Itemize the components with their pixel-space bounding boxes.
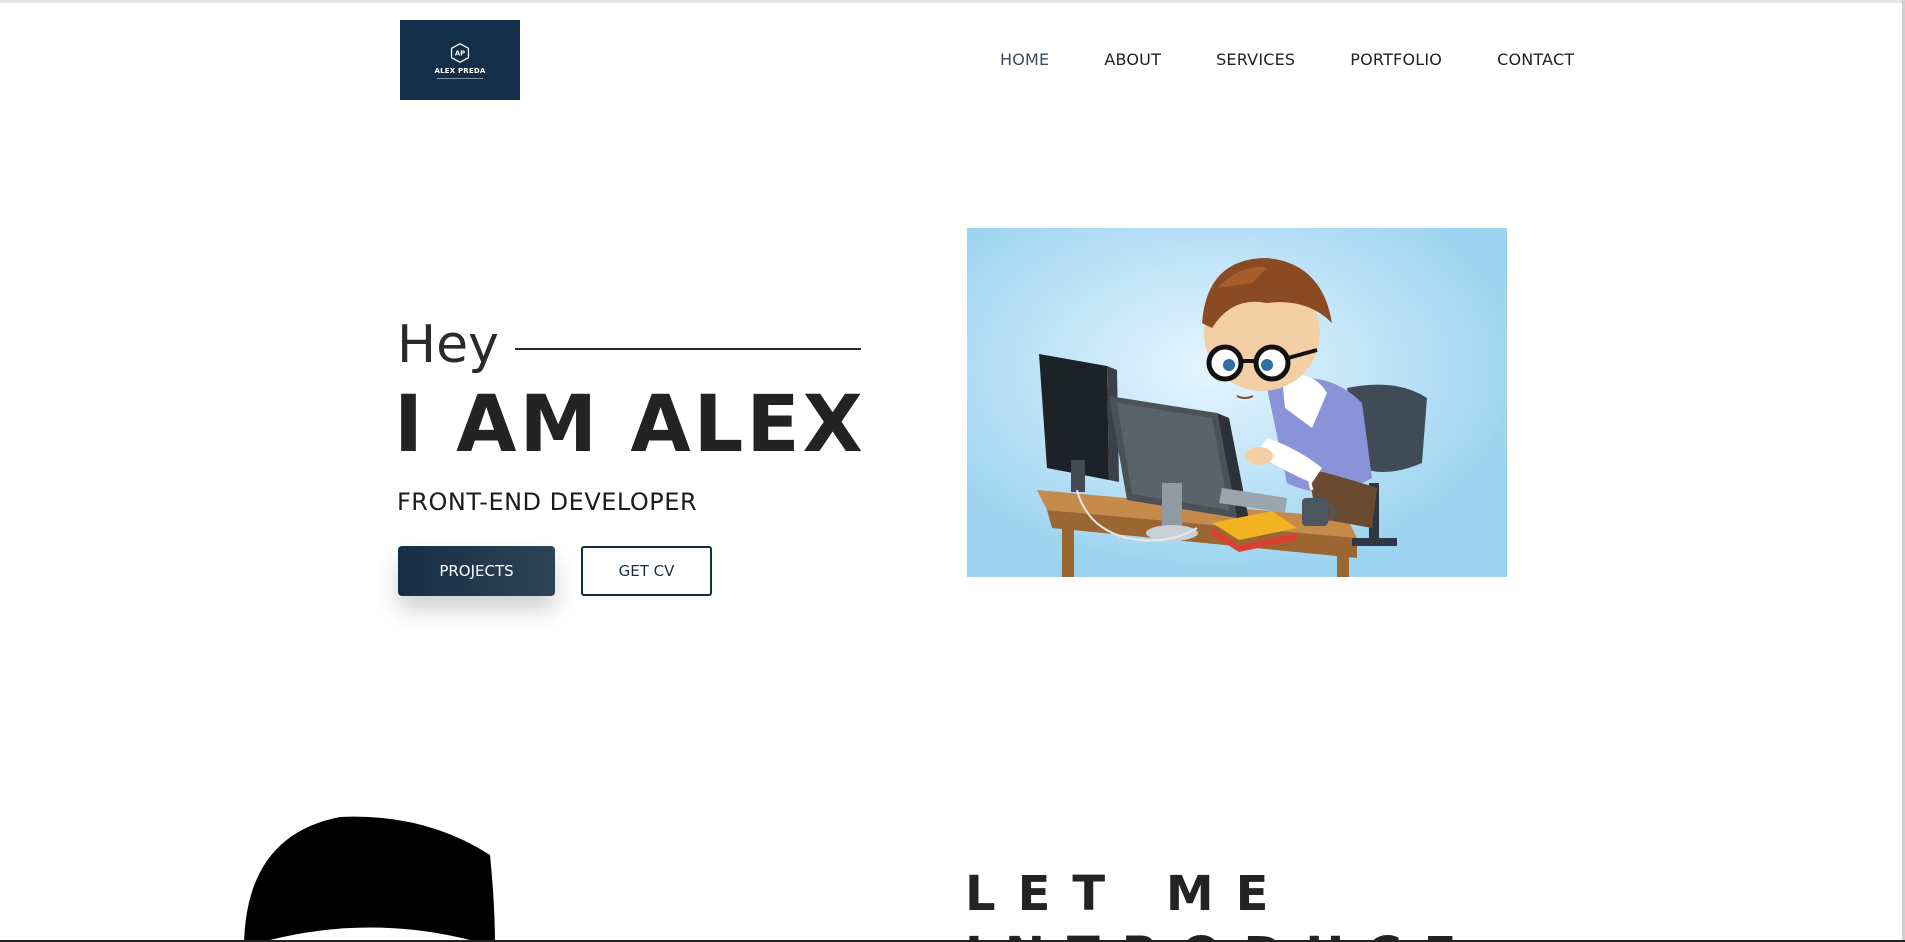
projects-button[interactable]: PROJECTS: [398, 546, 555, 596]
main-nav: HOME ABOUT SERVICES PORTFOLIO CONTACT: [1000, 50, 1574, 69]
logo-badge-icon: AP: [449, 42, 471, 64]
intro-title-line-1: LET ME: [965, 866, 1291, 922]
logo-tagline-line: [437, 77, 483, 79]
hero-greeting: Hey: [397, 315, 499, 375]
site-logo[interactable]: AP ALEX PREDA: [400, 20, 520, 100]
get-cv-button[interactable]: GET CV: [581, 546, 712, 596]
hero-headline: I AM ALEX: [394, 380, 866, 470]
greeting-underline: [515, 348, 861, 350]
nav-services[interactable]: SERVICES: [1216, 50, 1295, 69]
hero-role: FRONT-END DEVELOPER: [397, 488, 698, 516]
nav-contact[interactable]: CONTACT: [1497, 50, 1574, 69]
developer-illustration: [967, 228, 1507, 577]
nav-home[interactable]: HOME: [1000, 50, 1049, 69]
nav-about[interactable]: ABOUT: [1104, 50, 1161, 69]
svg-text:AP: AP: [455, 49, 465, 57]
avatar-illustration: [240, 815, 500, 942]
top-border: [0, 0, 1905, 3]
logo-name: ALEX PREDA: [434, 66, 486, 75]
nav-portfolio[interactable]: PORTFOLIO: [1350, 50, 1442, 69]
